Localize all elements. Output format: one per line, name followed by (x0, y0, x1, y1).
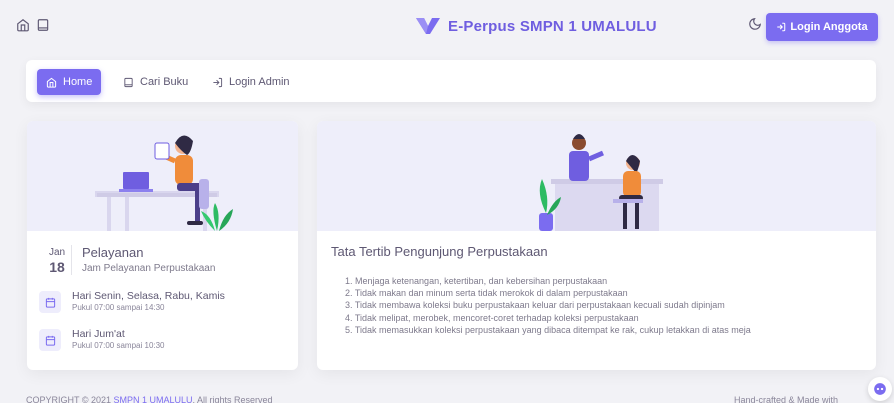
login-anggota-button[interactable]: Login Anggota (766, 13, 878, 41)
date-month: Jan (48, 247, 66, 258)
calendar-icon (39, 329, 61, 351)
rule-item: 3. Tidak membawa koleksi buku perpustaka… (345, 300, 725, 311)
rule-item: 4. Tidak melipat, merobek, mencoret-core… (345, 312, 639, 323)
chat-button[interactable] (868, 377, 892, 401)
moon-icon[interactable] (748, 17, 764, 33)
copyright-prefix: COPYRIGHT © 2021 (26, 395, 114, 403)
schedule-item: Hari Jum'at Pukul 07:00 sampai 10:30 (39, 325, 289, 353)
nav-item-label: Home (63, 76, 93, 88)
service-title: Pelayanan (82, 245, 144, 260)
calendar-icon (39, 291, 61, 313)
login-icon (213, 77, 223, 87)
schedule-time: Pukul 07:00 sampai 10:30 (72, 341, 165, 350)
rule-item: 2. Tidak makan dan minum serta tidak mer… (345, 288, 628, 299)
home-icon (46, 77, 57, 88)
brand-logo-icon (416, 18, 440, 34)
schedule-item: Hari Senin, Selasa, Rabu, Kamis Pukul 07… (39, 287, 289, 315)
rules-title: Tata Tertib Pengunjung Perpustakaan (331, 244, 548, 259)
librarian-illustration (27, 121, 298, 231)
home-icon[interactable] (14, 16, 32, 34)
service-subtitle: Jam Pelayanan Perpustakaan (82, 263, 216, 274)
schedule-days: Hari Jum'at (72, 328, 125, 340)
brand[interactable]: E-Perpus SMPN 1 UMALULU (416, 15, 657, 37)
nav-item-home[interactable]: Home (37, 69, 102, 95)
date-day: 18 (49, 259, 65, 275)
chat-bot-icon (874, 383, 886, 395)
library-visit-illustration (317, 121, 876, 231)
copyright-suffix: , All rights Reserved (192, 395, 273, 403)
rules-card: Tata Tertib Pengunjung Perpustakaan 1. M… (317, 121, 876, 370)
schedule-days: Hari Senin, Selasa, Rabu, Kamis (72, 290, 225, 302)
nav-bar: Home Cari Buku Login Admin (26, 60, 876, 102)
rule-item: 5. Tidak memasukkan koleksi perpustakaan… (345, 324, 751, 335)
top-bar: E-Perpus SMPN 1 UMALULU Login Anggota (0, 0, 894, 52)
book-icon (124, 77, 133, 87)
nav-item-label: Cari Buku (140, 76, 189, 88)
nav-item-login-admin[interactable]: Login Admin (212, 69, 290, 95)
login-anggota-label: Login Anggota (790, 21, 868, 33)
copyright-link[interactable]: SMPN 1 UMALULU (114, 395, 193, 403)
rules-list: 1. Menjaga ketenangan, ketertiban, dan k… (345, 275, 751, 336)
nav-item-cari-buku[interactable]: Cari Buku (123, 69, 188, 95)
service-hours-card: Jan 18 Pelayanan Jam Pelayanan Perpustak… (27, 121, 298, 370)
brand-title: E-Perpus SMPN 1 UMALULU (448, 17, 657, 35)
footer-credit: Hand-crafted & Made with (734, 395, 839, 403)
book-icon[interactable] (34, 16, 52, 34)
nav-item-label: Login Admin (229, 76, 290, 88)
rule-item: 1. Menjaga ketenangan, ketertiban, dan k… (345, 276, 608, 286)
divider (71, 245, 72, 275)
login-icon (777, 22, 786, 32)
footer-copyright: COPYRIGHT © 2021 SMPN 1 UMALULU, All rig… (26, 395, 273, 403)
schedule-time: Pukul 07:00 sampai 14:30 (72, 303, 165, 312)
date-box: Jan 18 (39, 247, 75, 275)
